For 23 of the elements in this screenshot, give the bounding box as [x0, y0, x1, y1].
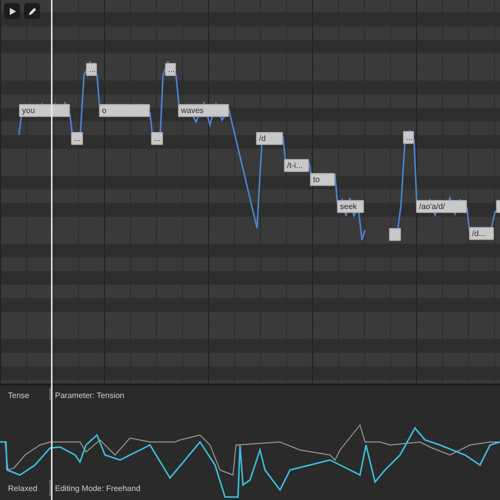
scale-top-label: Tense	[8, 390, 30, 402]
note-block[interactable]: /t-i...	[284, 159, 309, 172]
pencil-icon	[28, 6, 36, 16]
note-block[interactable]: /ao'a/d/	[416, 200, 467, 213]
note-block[interactable]: seek	[337, 200, 364, 213]
editing-mode-label: Editing Mode: Freehand	[55, 483, 140, 495]
note-block[interactable]	[389, 228, 401, 241]
play-icon	[8, 6, 16, 16]
note-block[interactable]: ...	[151, 132, 163, 145]
scale-bottom-label: Relaxed	[8, 483, 38, 495]
note-block[interactable]: you	[19, 104, 70, 117]
note-block[interactable]: /d	[256, 132, 283, 145]
note-block[interactable]: waves	[178, 104, 229, 117]
note-block[interactable]: ...	[86, 63, 97, 76]
note-block[interactable]: ...	[165, 63, 176, 76]
pencil-button[interactable]	[24, 3, 40, 19]
note-block[interactable]: to	[310, 173, 335, 186]
note-block[interactable]: o	[99, 104, 150, 117]
parameter-label: Parameter: Tension	[55, 390, 124, 402]
note-block[interactable]: ...	[71, 132, 83, 145]
note-block[interactable]: /d...	[469, 227, 494, 240]
play-button[interactable]	[4, 3, 20, 19]
note-block[interactable]: ...	[403, 131, 414, 144]
